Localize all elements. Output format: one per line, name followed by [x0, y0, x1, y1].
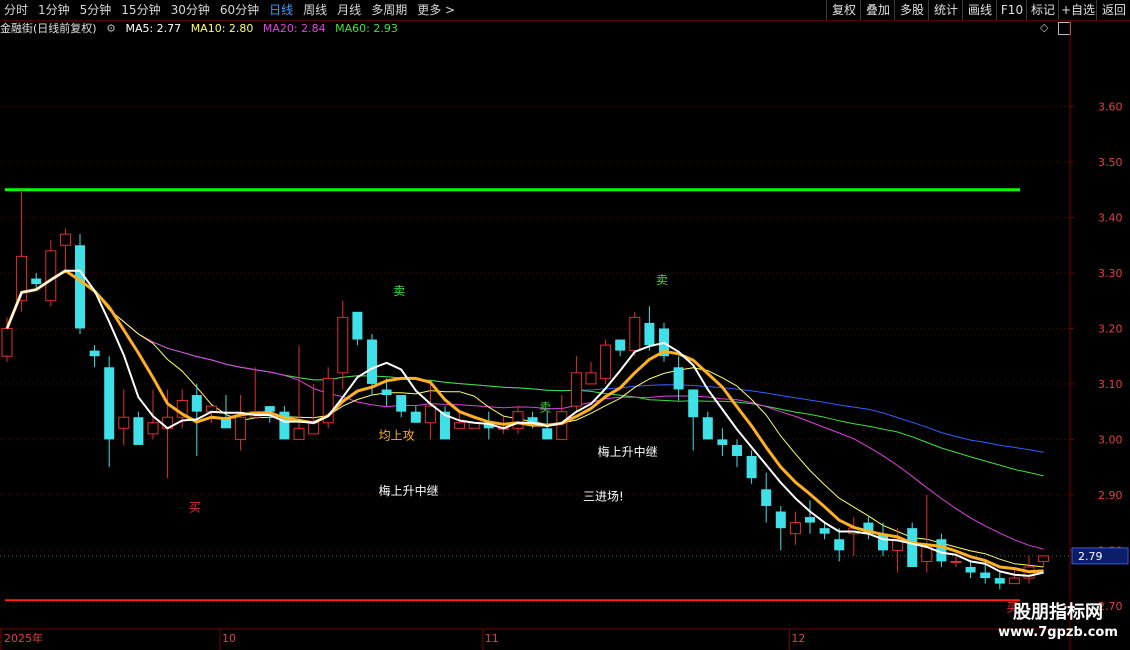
candle-body-50 — [732, 444, 742, 457]
candle-body-62 — [907, 528, 918, 567]
xtick-label-1: 10 — [222, 632, 236, 645]
candle-body-25 — [367, 339, 377, 384]
candle-body-65 — [950, 560, 962, 563]
candle-body-13 — [191, 395, 202, 412]
candle-body-68 — [994, 578, 1005, 584]
candle-body-56 — [819, 528, 830, 534]
annotation-6: 三进场! — [583, 489, 624, 503]
candle-body-35 — [512, 411, 524, 429]
candle-body-27 — [396, 395, 407, 412]
candle-body-40 — [585, 372, 597, 385]
candle-body-66 — [965, 566, 976, 573]
candle-body-67 — [980, 572, 991, 579]
candle-body-29 — [424, 405, 436, 424]
candle-body-26 — [381, 389, 392, 396]
candle-body-69 — [1008, 577, 1020, 585]
ytick-label-4: 3.20 — [1098, 322, 1123, 335]
ytick-label-3: 3.30 — [1098, 267, 1123, 280]
candle-body-46 — [673, 367, 684, 390]
ytick-label-0: 3.60 — [1098, 101, 1123, 114]
xtick-label-0: 2025年 — [4, 631, 43, 645]
candle-body-42 — [615, 339, 626, 351]
candle-body-24 — [352, 311, 363, 340]
candle-body-9 — [133, 417, 144, 445]
candle-body-48 — [702, 417, 713, 440]
candle-body-8 — [118, 416, 130, 429]
candle-body-5 — [75, 245, 85, 329]
candle-body-37 — [542, 428, 553, 440]
candle-body-16 — [235, 416, 247, 440]
annotation-2: 均上攻 — [379, 428, 415, 442]
candle-body-38 — [556, 411, 568, 440]
candle-body-55 — [805, 517, 815, 523]
candle-body-7 — [104, 367, 115, 440]
candle-body-39 — [570, 372, 582, 407]
candle-body-6 — [89, 350, 100, 357]
candle-body-31 — [454, 422, 466, 429]
candle-body-28 — [410, 411, 421, 423]
candle-body-71 — [1038, 555, 1050, 562]
candle-body-4 — [59, 233, 71, 246]
ma5-line — [6, 269, 1044, 577]
xtick-label-3: 12 — [791, 632, 805, 645]
watermark-url: www.7gpzb.com — [998, 625, 1118, 640]
watermark: 股朋指标网 www.7gpzb.com — [994, 602, 1122, 646]
candle-body-47 — [688, 389, 699, 418]
candle-body-49 — [717, 439, 728, 445]
candle-body-0 — [1, 327, 13, 357]
candle-body-53 — [775, 511, 786, 529]
candle-body-57 — [834, 539, 845, 551]
candle-body-18 — [264, 406, 275, 412]
candle-body-2 — [31, 278, 42, 285]
candle-body-10 — [147, 422, 159, 435]
ytick-label-2: 3.40 — [1098, 212, 1123, 225]
candle-body-20 — [293, 427, 305, 440]
annotation-3: 梅上升中继 — [379, 483, 439, 498]
candle-body-52 — [761, 489, 772, 506]
annotation-1: 卖 — [393, 284, 405, 298]
candle-body-41 — [600, 344, 612, 379]
candle-body-43 — [629, 316, 641, 352]
candle-body-3 — [45, 250, 57, 302]
watermark-title: 股朋指标网 — [1013, 602, 1103, 623]
ytick-label-1: 3.50 — [1098, 156, 1123, 169]
annotation-5: 梅上升中继 — [598, 444, 658, 459]
candle-body-51 — [746, 456, 757, 479]
ma20-line — [6, 270, 1044, 550]
xtick-label-2: 11 — [485, 632, 499, 645]
ma60-line — [6, 270, 1044, 477]
candle-body-44 — [644, 322, 655, 346]
candle-body-23 — [337, 316, 349, 374]
annotation-4: 卖 — [539, 401, 551, 415]
candle-body-54 — [789, 522, 801, 535]
ytick-label-7: 2.90 — [1098, 489, 1123, 502]
candle-body-21 — [308, 422, 320, 435]
ytick-label-5: 3.10 — [1098, 378, 1123, 391]
current-price-label: 2.79 — [1078, 550, 1103, 563]
annotation-0: 买 — [189, 501, 201, 515]
ytick-label-6: 3.00 — [1098, 433, 1123, 446]
annotation-7: 卖 — [656, 273, 668, 287]
candlestick-chart: 3.603.503.403.303.203.103.002.902.802.70… — [0, 20, 1129, 650]
